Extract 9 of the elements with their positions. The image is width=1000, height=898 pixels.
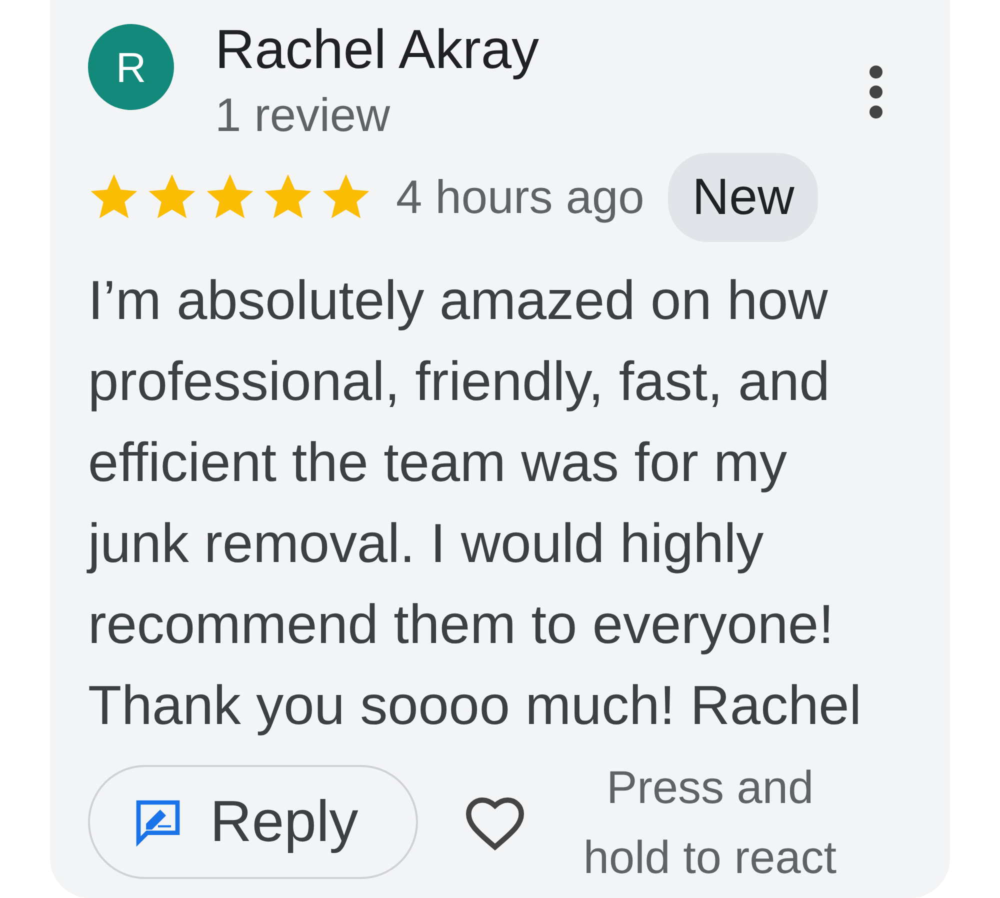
new-label: New bbox=[668, 153, 818, 242]
avatar[interactable]: R bbox=[88, 24, 174, 110]
review-time: 4 hours ago bbox=[396, 169, 644, 225]
more-options-icon[interactable] bbox=[869, 65, 883, 119]
review-text: I’m absolutely amazed on how professional, friendly, fast, and efficient the team was for my junk removal. I would highly recommend them to everyone! Thank you soooo much! Rachel bbox=[88, 268, 862, 738]
review-count: 1 review bbox=[215, 87, 392, 143]
reply-button[interactable]: Reply bbox=[88, 764, 418, 878]
author-name[interactable]: Rachel Akray bbox=[215, 18, 540, 80]
react-hint: Press and hold to react bbox=[582, 760, 838, 884]
